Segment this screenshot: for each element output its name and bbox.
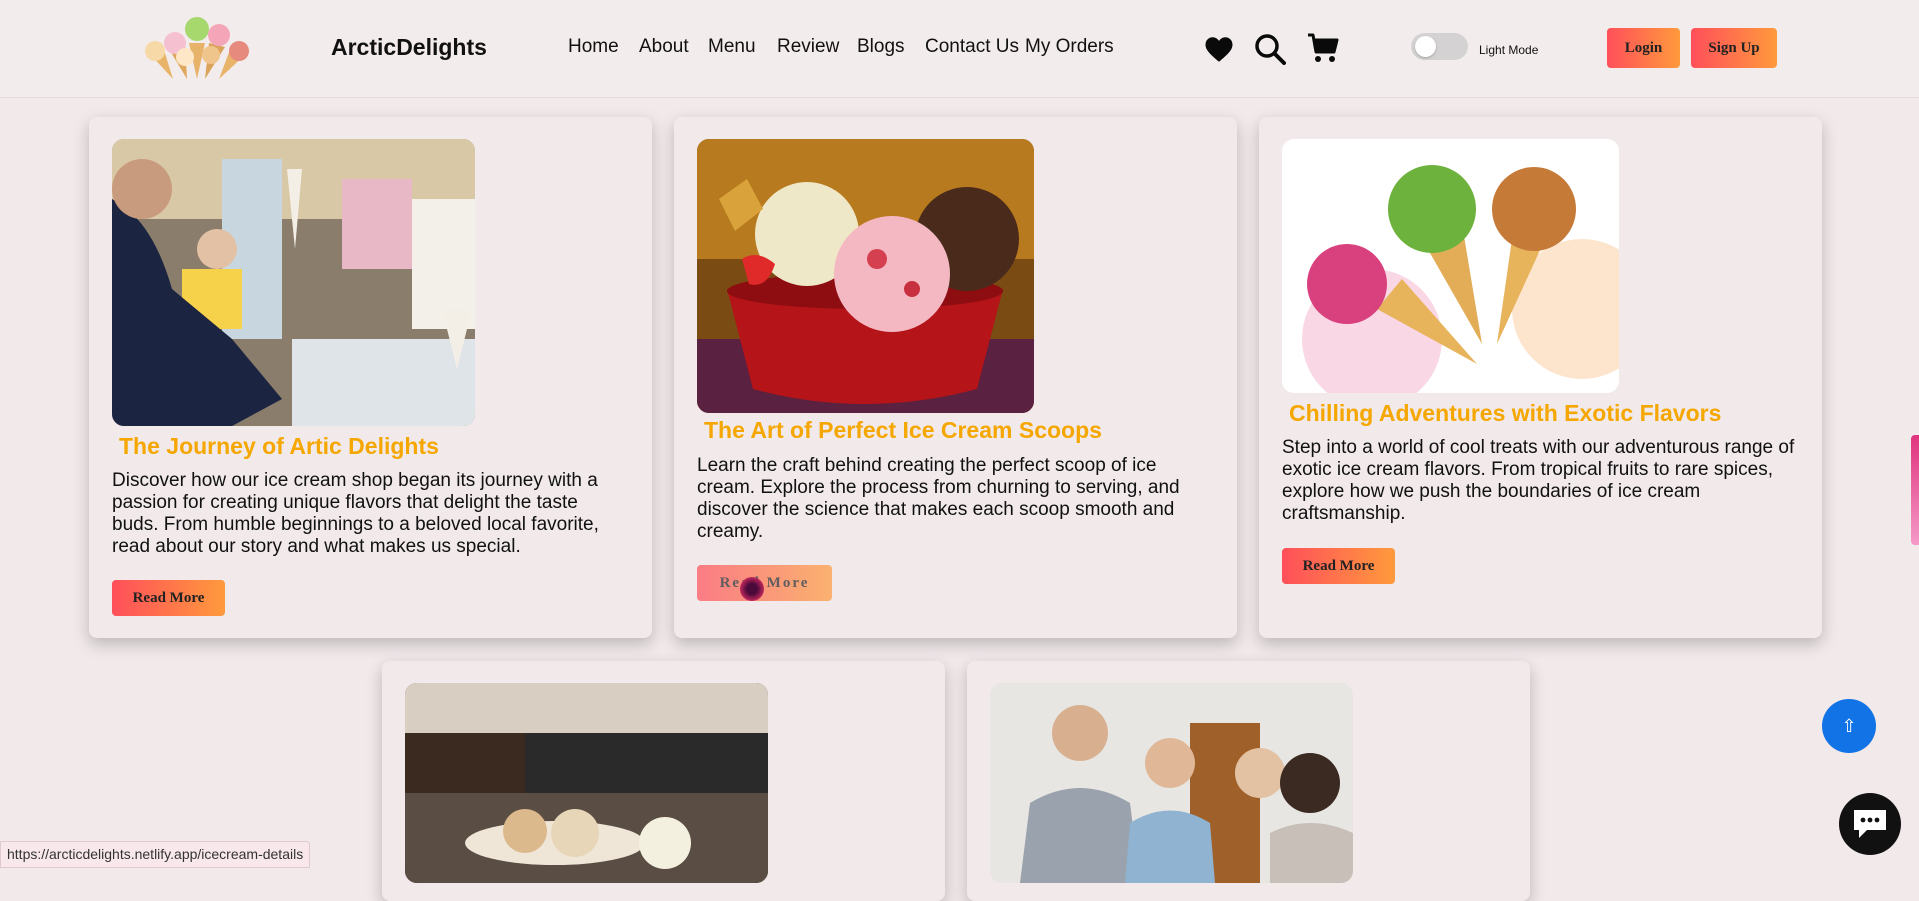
brand-name: ArcticDelights xyxy=(331,34,487,60)
blog-image-journey xyxy=(112,139,475,426)
scroll-indicator[interactable] xyxy=(1911,435,1919,545)
nav-menu[interactable]: Menu xyxy=(708,36,756,58)
nav-review[interactable]: Review xyxy=(777,36,839,58)
card-text: Learn the craft behind creating the perf… xyxy=(697,455,1180,542)
theme-toggle-label: Light Mode xyxy=(1479,43,1539,57)
nav-my-orders[interactable]: My Orders xyxy=(1025,36,1114,58)
ice-cream-logo[interactable] xyxy=(139,13,257,79)
chat-icon xyxy=(1854,810,1886,838)
read-more-button[interactable]: Read More xyxy=(697,565,832,601)
blog-card: Chilling Adventures with Exotic Flavors … xyxy=(1259,117,1822,638)
blog-image-friends xyxy=(990,683,1353,883)
search-icon[interactable] xyxy=(1254,33,1286,65)
cart-icon[interactable] xyxy=(1307,33,1339,63)
scroll-to-top-button[interactable]: ⇧ xyxy=(1822,699,1876,753)
nav-blogs[interactable]: Blogs xyxy=(857,36,905,58)
card-text: Discover how our ice cream shop began it… xyxy=(112,470,599,557)
heart-icon[interactable] xyxy=(1204,36,1234,63)
read-more-button[interactable]: Read More xyxy=(112,580,225,616)
card-text: Step into a world of cool treats with ou… xyxy=(1282,437,1795,524)
nav-home[interactable]: Home xyxy=(568,36,619,58)
card-title: The Art of Perfect Ice Cream Scoops xyxy=(704,417,1102,443)
nav-about[interactable]: About xyxy=(639,36,689,58)
cursor-highlight xyxy=(740,577,764,601)
status-bar-url: https://arcticdelights.netlify.app/icecr… xyxy=(0,841,311,868)
blog-image-exotic-flavors xyxy=(1282,139,1619,393)
chat-button[interactable] xyxy=(1839,793,1901,855)
blog-image-parlor xyxy=(405,683,768,883)
toggle-knob xyxy=(1415,36,1436,57)
blog-card xyxy=(967,661,1530,901)
blog-card xyxy=(382,661,945,901)
blog-image-scoops xyxy=(697,139,1034,413)
card-title: Chilling Adventures with Exotic Flavors xyxy=(1289,400,1722,426)
theme-toggle[interactable] xyxy=(1411,33,1468,60)
site-header: ArcticDelights Home About Menu Review Bl… xyxy=(0,0,1919,98)
blog-card: The Journey of Artic Delights Discover h… xyxy=(89,117,652,638)
card-title: The Journey of Artic Delights xyxy=(119,433,439,459)
blog-card: The Art of Perfect Ice Cream Scoops Lear… xyxy=(674,117,1237,638)
signup-button[interactable]: Sign Up xyxy=(1691,28,1777,68)
login-button[interactable]: Login xyxy=(1607,28,1680,68)
read-more-button[interactable]: Read More xyxy=(1282,548,1395,584)
nav-contact-us[interactable]: Contact Us xyxy=(925,36,1019,58)
